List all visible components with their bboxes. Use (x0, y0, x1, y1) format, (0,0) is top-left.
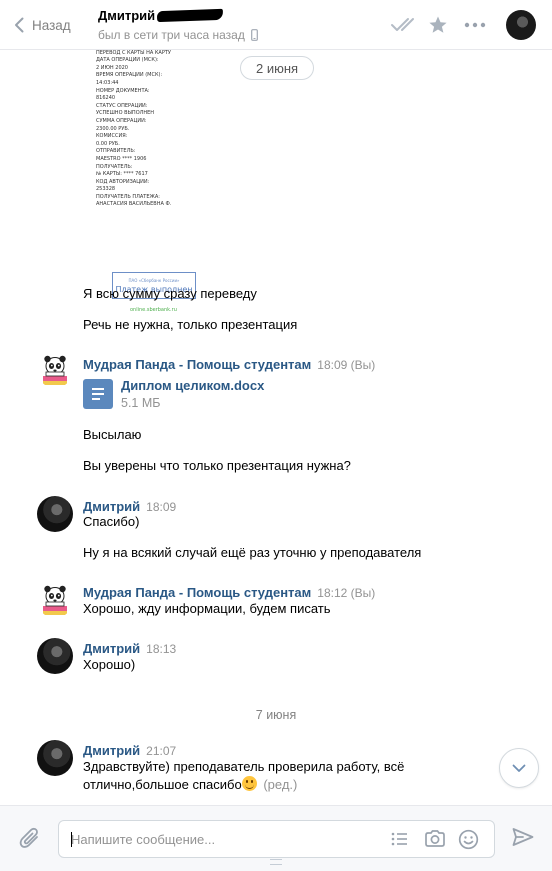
favorite-button[interactable] (428, 13, 448, 37)
message-text: Я всю сумму сразу переведу (83, 286, 257, 301)
receipt-line: СТАТУС ОПЕРАЦИИ: (96, 102, 148, 109)
receipt-line: MAESTRO **** 1906 (96, 155, 147, 162)
receipt-image[interactable]: ОПЕРАЦИЯ:ПЕРЕВОД С КАРТЫ НА КАРТУДАТА ОП… (96, 50, 216, 313)
message-time: 18:09 (146, 500, 177, 514)
message-author[interactable]: Мудрая Панда - Помощь студентам 18:12 (Вы… (83, 585, 375, 600)
date-separator: 7 июня (255, 708, 297, 722)
receipt-line: УСПЕШНО ВЫПОЛНЕН (96, 110, 155, 117)
message-text: Вы уверены что только презентация нужна? (83, 458, 351, 473)
panda-avatar[interactable] (37, 582, 73, 618)
list-icon (391, 832, 407, 846)
author-name: Мудрая Панда - Помощь студентам (83, 357, 312, 372)
receipt-line: ПОЛУЧАТЕЛЬ: (96, 163, 133, 170)
star-icon (429, 16, 447, 33)
smile-emoji-icon (241, 776, 257, 791)
document-name[interactable]: Диплом целиком.docx (121, 378, 264, 393)
attach-button[interactable] (19, 826, 41, 853)
receipt-line: 14:03:44 (96, 79, 119, 86)
chevron-left-icon (15, 17, 24, 33)
chevron-down-icon (512, 764, 526, 772)
paperclip-icon (19, 827, 38, 848)
author-name: Мудрая Панда - Помощь студентам (83, 585, 312, 600)
document-size: 5.1 МБ (121, 396, 161, 410)
message-author[interactable]: Дмитрий 18:13 (83, 641, 176, 656)
receipt-line: КОМИССИЯ: (96, 133, 128, 140)
message-text: Хорошо, жду информации, будем писать (83, 601, 331, 616)
message-author[interactable]: Мудрая Панда - Помощь студентам 18:09 (Вы… (83, 357, 375, 372)
receipt-line: 816240 (96, 95, 116, 102)
double-check-icon (391, 18, 414, 31)
send-button[interactable] (512, 827, 534, 850)
camera-icon (425, 830, 445, 847)
user-avatar[interactable] (37, 496, 73, 532)
message-text: Хорошо) (83, 657, 136, 672)
message-time: 18:13 (146, 642, 177, 656)
receipt-line: СУММА ОПЕРАЦИИ: (96, 117, 147, 124)
message-text: Высылаю (83, 427, 142, 442)
message-time: 18:12 (Вы) (317, 586, 376, 600)
receipt-line: ПЕРЕВОД С КАРТЫ НА КАРТУ (96, 50, 171, 56)
receipt-line: КОД АВТОРИЗАЦИИ: (96, 178, 150, 185)
receipt-line: АНАСТАСИЯ ВАСИЛЬЕВНА Ф. (96, 201, 172, 208)
receipt-line: 0.00 РУБ. (96, 140, 120, 147)
receipt-line: ВРЕМЯ ОПЕРАЦИИ (МСК): (96, 72, 163, 79)
back-button[interactable]: Назад (14, 14, 71, 36)
message-line: отлично,большое спасибо (83, 777, 242, 792)
message-author[interactable]: Дмитрий 18:09 (83, 499, 176, 514)
message-history[interactable]: ОПЕРАЦИЯ:ПЕРЕВОД С КАРТЫ НА КАРТУДАТА ОП… (0, 50, 552, 805)
user-avatar[interactable] (37, 638, 73, 674)
chat-header: Назад Дмитрий был в сети три часа назад (0, 0, 552, 50)
message-text: Спасибо) (83, 514, 140, 529)
receipt-line: ПОЛУЧАТЕЛЬ ПЛАТЕЖА: (96, 193, 160, 200)
receipt-line: НОМЕР ДОКУМЕНТА: (96, 87, 150, 94)
emoji-button[interactable] (458, 829, 479, 853)
peer-name: Дмитрий (98, 8, 156, 23)
receipt-line: 253328 (96, 186, 116, 193)
author-name: Дмитрий (83, 641, 141, 656)
stamp-bank-name: ПАО «Сбербанк России» (128, 278, 180, 283)
author-name: Дмитрий (83, 499, 141, 514)
peer-status: был в сети три часа назад (98, 28, 245, 42)
templates-button[interactable] (389, 829, 409, 852)
message-line: Здравствуйте) преподаватель проверила ра… (83, 759, 405, 774)
receipt-line: 2 ИЮН 2020 (96, 64, 128, 71)
message-time: 18:09 (Вы) (317, 358, 376, 372)
author-name: Дмитрий (83, 743, 141, 758)
receipt-line: ОТПРАВИТЕЛЬ: (96, 148, 136, 155)
receipt-site: online.sberbank.ru (130, 307, 177, 313)
edited-mark[interactable]: (ред.) (260, 777, 297, 792)
peer-info[interactable]: Дмитрий был в сети три часа назад (98, 8, 258, 42)
date-pill: 2 июня (240, 56, 315, 80)
message-time: 21:07 (146, 744, 177, 758)
message-text: Речь не нужна, только презентация (83, 317, 298, 332)
resize-grip[interactable] (270, 859, 282, 865)
message-input[interactable] (71, 821, 381, 857)
smiley-icon (458, 829, 479, 850)
scroll-down-button[interactable] (499, 748, 539, 788)
document-icon (83, 379, 113, 409)
text-caret (71, 832, 72, 847)
message-composer (0, 805, 552, 871)
receipt-lines: ОПЕРАЦИЯ:ПЕРЕВОД С КАРТЫ НА КАРТУДАТА ОП… (96, 50, 216, 209)
more-button[interactable] (464, 13, 486, 37)
receipt-line: № КАРТЫ: **** 7617 (96, 171, 148, 178)
user-avatar[interactable] (37, 740, 73, 776)
peer-avatar[interactable] (506, 10, 536, 40)
message-author[interactable]: Дмитрий 21:07 (83, 743, 176, 758)
message-text: Ну я на всякий случай ещё раз уточню у п… (83, 545, 422, 560)
document-attachment[interactable]: Диплом целиком.docx 5.1 МБ (83, 378, 264, 410)
panda-avatar[interactable] (37, 352, 73, 388)
receipt-line: 2300.00 РУБ. (96, 125, 130, 132)
more-icon (464, 22, 486, 28)
read-status[interactable] (390, 13, 418, 37)
redaction-mark (157, 8, 224, 23)
camera-button[interactable] (424, 829, 446, 852)
message-input-box[interactable] (58, 820, 495, 858)
receipt-line: ДАТА ОПЕРАЦИИ (МСК): (96, 57, 159, 64)
message-text: Здравствуйте) преподаватель проверила ра… (83, 758, 404, 794)
phone-icon (250, 29, 258, 41)
send-icon (512, 828, 534, 846)
back-label: Назад (32, 17, 71, 33)
